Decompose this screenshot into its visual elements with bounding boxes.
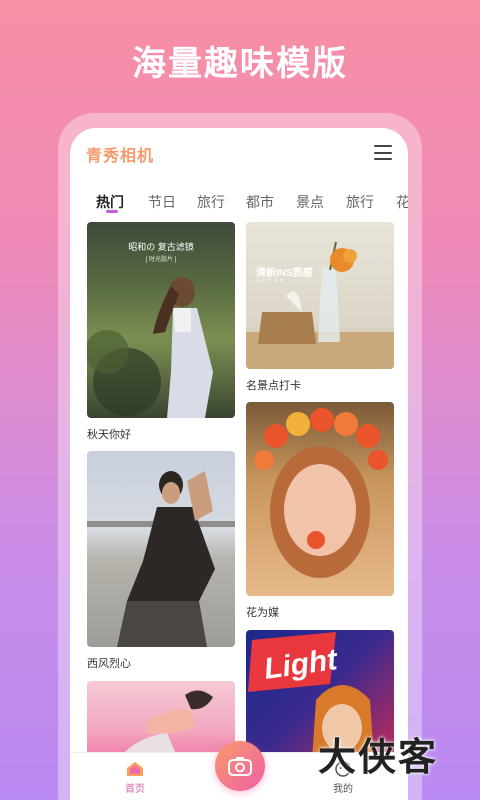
template-card-autumn[interactable]: 昭和の 复古滤镜 [ 时光胶片 ] 秋天你好 xyxy=(87,222,235,442)
template-caption-scenic: 名景点打卡 xyxy=(246,380,301,392)
watermark: 大侠客 xyxy=(318,737,439,779)
template-card-flower[interactable]: 花为媒 xyxy=(246,402,394,620)
template-caption-flower: 花为媒 xyxy=(246,607,279,619)
autumn-overlay-sub: [ 时光胶片 ] xyxy=(145,257,177,263)
flower-crown-illustration xyxy=(254,408,388,578)
template-card-dance[interactable] xyxy=(87,681,235,761)
active-tab-indicator xyxy=(106,210,118,213)
phone-screen: 青秀相机 热门 节日 旅行 都市 景点 旅行 花 昭和の 复古滤镜 [ 时光胶片… xyxy=(70,128,408,800)
tab-festival[interactable]: 节日 xyxy=(148,192,176,212)
app-logo: 青秀相机 xyxy=(86,148,155,165)
autumn-overlay: 昭和の 复古滤镜 xyxy=(128,242,194,252)
scenic-overlay: 清新INS质感 xyxy=(256,268,313,279)
template-caption-autumn: 秋天你好 xyxy=(87,429,131,441)
tab-travel[interactable]: 旅行 xyxy=(197,192,225,212)
nav-home[interactable]: 首页 xyxy=(120,761,150,795)
camera-button[interactable] xyxy=(215,741,265,791)
template-image-autumn[interactable]: 昭和の 复古滤镜 [ 时光胶片 ] xyxy=(87,222,235,418)
tab-flower[interactable]: 花 xyxy=(396,192,408,212)
nav-home-label: 首页 xyxy=(125,784,145,795)
template-image-west[interactable] xyxy=(87,451,235,647)
template-caption-west: 西风烈心 xyxy=(87,658,131,670)
dancer-illustration xyxy=(117,690,213,761)
template-image-dance[interactable] xyxy=(87,681,235,761)
tab-city[interactable]: 都市 xyxy=(246,192,274,212)
tab-hot[interactable]: 热门 xyxy=(96,192,124,212)
category-tabs: 热门 节日 旅行 都市 景点 旅行 花 xyxy=(70,188,408,222)
portrait-illustration xyxy=(87,471,235,647)
template-card-scenic[interactable]: 清新INS质感 CLEAR 名景点打卡 xyxy=(246,222,394,393)
home-icon xyxy=(126,761,144,777)
tab-travel-2[interactable]: 旅行 xyxy=(346,192,374,212)
top-bar: 青秀相机 xyxy=(70,128,408,180)
camera-icon xyxy=(228,757,252,776)
tab-scenic[interactable]: 景点 xyxy=(296,192,324,212)
still-life-illustration xyxy=(246,241,394,369)
nav-mine-label: 我的 xyxy=(333,784,353,795)
template-image-flower[interactable] xyxy=(246,402,394,596)
template-image-scenic[interactable]: 清新INS质感 CLEAR xyxy=(246,222,394,369)
menu-icon[interactable] xyxy=(374,145,392,160)
scenic-overlay-sub: CLEAR xyxy=(256,278,287,284)
promo-headline: 海量趣味模版 xyxy=(132,45,348,83)
template-card-west[interactable]: 西风烈心 xyxy=(87,451,235,671)
